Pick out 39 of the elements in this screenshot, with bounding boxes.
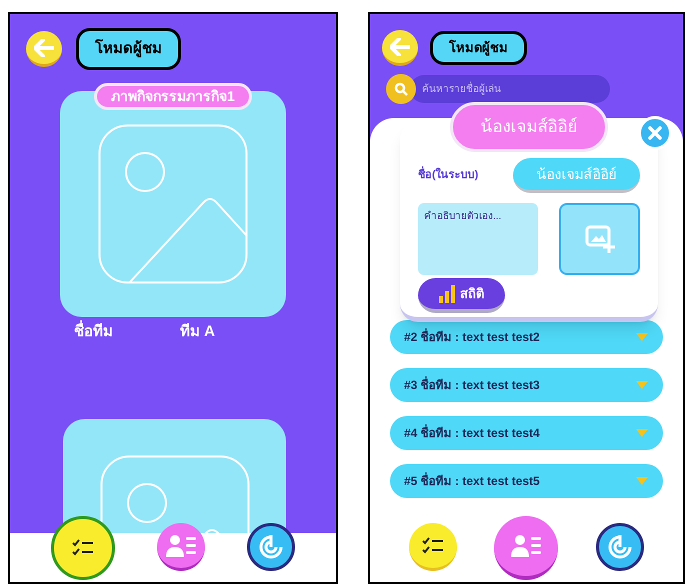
nav-button[interactable] — [596, 523, 644, 571]
checklist-icon — [422, 536, 444, 554]
name-value: น้องเจมส์อิอิย์ — [513, 158, 640, 193]
checklist-icon — [72, 539, 94, 557]
team-row-text: #3 ชื่อทีม : text test test3 — [404, 376, 540, 394]
radar-icon — [606, 533, 634, 561]
team-row-text: #2 ชื่อทีม : text test test2 — [404, 328, 540, 346]
team-row[interactable]: #4 ชื่อทีม : text test test4 — [390, 416, 663, 450]
dropdown-triangle-icon — [635, 332, 649, 342]
dropdown-triangle-icon — [635, 428, 649, 438]
team-row-text: #4 ชื่อทีม : text test test4 — [404, 424, 540, 442]
dropdown-triangle-icon — [635, 380, 649, 390]
activity-label: ภาพกิจกรรมภารกิจ1 — [94, 83, 252, 110]
radar-icon — [257, 533, 285, 561]
search-icon[interactable] — [386, 74, 416, 104]
team-row[interactable]: #3 ชื่อทีม : text test test3 — [390, 368, 663, 402]
name-label: ชื่อ(ในระบบ) — [418, 167, 478, 184]
dropdown-triangle-icon — [635, 476, 649, 486]
bar-chart-icon — [439, 284, 455, 302]
close-icon — [648, 126, 662, 140]
mode-title: โหมดผู้ชม — [76, 28, 181, 70]
team-name: ทีม A — [180, 322, 215, 342]
team-row[interactable]: #5 ชื่อทีม : text test test5 — [390, 464, 663, 498]
add-image-icon — [584, 225, 614, 253]
image-placeholder-icon — [98, 124, 248, 284]
team-row-text: #5 ชื่อทีม : text test test5 — [404, 472, 540, 490]
nav-button[interactable] — [247, 523, 295, 571]
mode-title: โหมดผู้ชม — [430, 31, 527, 65]
description-field[interactable]: คำอธิบายตัวเอง... — [418, 203, 538, 275]
dialog-title: น้องเจมส์อิอิย์ — [450, 102, 608, 152]
profile-card-icon — [511, 534, 542, 558]
back-button[interactable] — [26, 31, 62, 67]
profile-card-icon — [166, 534, 196, 558]
team-label: ชื่อทีม — [74, 321, 180, 344]
back-button[interactable] — [382, 30, 418, 66]
back-arrow-icon — [34, 38, 54, 56]
stats-button[interactable]: สถิติ — [418, 278, 505, 313]
back-arrow-icon — [390, 38, 410, 56]
team-row[interactable]: #2 ชื่อทีม : text test test2 — [390, 320, 663, 354]
